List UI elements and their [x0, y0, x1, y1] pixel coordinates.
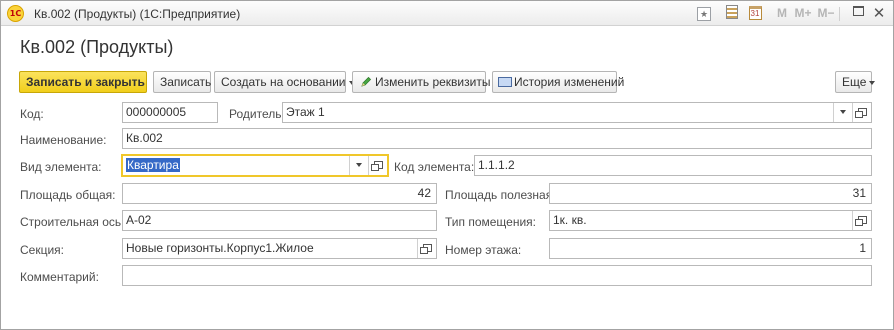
parent-dropdown-button[interactable]	[833, 103, 852, 122]
calculator-icon[interactable]	[723, 5, 741, 22]
total-area-label: Площадь общая:	[20, 188, 116, 202]
building-axis-label: Строительная ось:	[20, 215, 125, 229]
name-label: Наименование:	[20, 133, 107, 147]
chevron-down-icon	[869, 80, 876, 85]
section-value: Новые горизонты.Корпус1.Жилое	[126, 241, 314, 255]
memory-plus-button[interactable]: M+	[794, 5, 812, 22]
titlebar-divider	[839, 7, 840, 21]
element-type-label: Вид элемента:	[20, 160, 102, 174]
1c-logo-icon: 1С	[7, 5, 24, 22]
create-based-on-label: Создать на основании	[221, 75, 346, 89]
useful-area-field[interactable]: 31	[549, 183, 872, 204]
element-type-value: Квартира	[126, 158, 180, 172]
memory-button[interactable]: M	[773, 5, 791, 22]
name-field[interactable]: Кв.002	[122, 128, 872, 149]
open-icon	[419, 243, 432, 254]
parent-value: Этаж 1	[286, 105, 325, 119]
open-icon	[370, 160, 383, 171]
comment-field[interactable]	[122, 265, 872, 286]
comment-label: Комментарий:	[20, 270, 99, 284]
page-title: Кв.002 (Продукты)	[20, 37, 174, 57]
section-field[interactable]: Новые горизонты.Корпус1.Жилое	[122, 238, 437, 259]
change-history-label: История изменений	[514, 75, 625, 89]
create-based-on-button[interactable]: Создать на основании	[214, 71, 355, 93]
edit-details-button[interactable]: Изменить реквизиты	[352, 71, 490, 93]
more-button[interactable]: Еще	[835, 71, 876, 93]
room-type-value: 1к. кв.	[553, 213, 587, 227]
code-label: Код:	[20, 107, 44, 121]
window-title: Кв.002 (Продукты) (1С:Предприятие)	[34, 7, 241, 21]
title-bar: 1С Кв.002 (Продукты) (1С:Предприятие) ★ …	[1, 1, 893, 26]
open-icon	[854, 107, 867, 118]
code-field[interactable]: 000000005	[122, 102, 218, 123]
parent-label: Родитель:	[229, 107, 285, 121]
close-icon[interactable]: ✕	[870, 5, 888, 22]
section-open-button[interactable]	[417, 239, 436, 258]
open-icon	[854, 215, 867, 226]
history-icon	[498, 77, 512, 87]
useful-area-label: Площадь полезная:	[445, 188, 556, 202]
edit-details-label: Изменить реквизиты	[375, 75, 491, 89]
element-type-field[interactable]: Квартира	[122, 155, 388, 176]
pencil-icon	[361, 76, 372, 87]
save-button[interactable]: Записать	[153, 71, 211, 93]
section-label: Секция:	[20, 243, 64, 257]
floor-number-label: Номер этажа:	[445, 243, 522, 257]
floor-number-field[interactable]: 1	[549, 238, 872, 259]
maximize-icon[interactable]	[849, 5, 867, 22]
save-and-close-button[interactable]: Записать и закрыть	[19, 71, 147, 93]
element-type-dropdown-button[interactable]	[349, 156, 368, 175]
calendar-icon[interactable]: 31	[746, 5, 764, 22]
element-code-field[interactable]: 1.1.1.2	[474, 155, 872, 176]
room-type-label: Тип помещения:	[445, 215, 537, 229]
building-axis-field[interactable]: А-02	[122, 210, 437, 231]
chevron-down-icon	[840, 109, 846, 114]
element-code-label: Код элемента:	[394, 160, 475, 174]
room-type-field[interactable]: 1к. кв.	[549, 210, 872, 231]
chevron-down-icon	[356, 162, 362, 167]
memory-minus-button[interactable]: M−	[817, 5, 835, 22]
more-label: Еще	[842, 75, 867, 89]
parent-open-button[interactable]	[852, 103, 871, 122]
change-history-button[interactable]: История изменений	[492, 71, 624, 93]
app-window: 1С Кв.002 (Продукты) (1С:Предприятие) ★ …	[0, 0, 894, 330]
room-type-open-button[interactable]	[852, 211, 871, 230]
parent-field[interactable]: Этаж 1	[282, 102, 872, 123]
element-type-open-button[interactable]	[368, 156, 387, 175]
favorite-icon[interactable]: ★	[697, 7, 711, 21]
total-area-field[interactable]: 42	[122, 183, 437, 204]
